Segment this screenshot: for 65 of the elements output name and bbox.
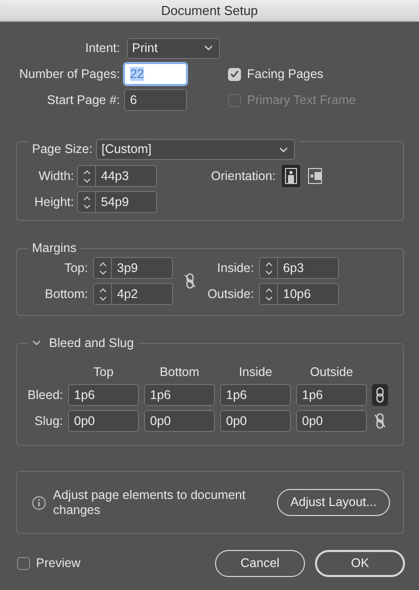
input-field[interactable]: 10p6 <box>278 284 338 304</box>
spin-field[interactable]: 4p2 <box>93 283 173 305</box>
checkbox[interactable] <box>17 557 30 570</box>
input-field[interactable]: 1p6 <box>297 385 366 405</box>
field-label: Inside: <box>217 260 254 276</box>
column-header: Bottom <box>160 364 200 380</box>
field-label: Orientation: <box>211 168 276 184</box>
input-field[interactable]: 0p0 <box>221 411 290 431</box>
spinner-icon[interactable] <box>82 168 90 184</box>
field-label: Intent: <box>85 40 120 56</box>
input-field[interactable]: 54p9 <box>96 192 156 212</box>
portrait-page-icon[interactable] <box>284 168 297 184</box>
input-field[interactable]: 0p0 <box>69 411 138 431</box>
row-label: Bleed: <box>28 388 63 402</box>
dialog-button[interactable]: OK <box>315 550 405 577</box>
input-field[interactable]: 6p3 <box>278 258 338 278</box>
input-field[interactable]: 4p2 <box>112 284 172 304</box>
field-label: Top: <box>64 260 88 276</box>
input-field[interactable]: 1p6 <box>221 385 290 405</box>
field-label: Page Size: <box>32 142 92 157</box>
chain-link-icon[interactable] <box>372 384 388 406</box>
section-title: Margins <box>28 240 80 256</box>
dialog-button[interactable]: Cancel <box>215 550 305 577</box>
field-label: Width: <box>38 168 74 184</box>
input-field[interactable]: 3p9 <box>112 258 172 278</box>
column-header: Outside <box>310 364 354 380</box>
spin-field[interactable]: 3p9 <box>93 257 173 279</box>
input-field[interactable]: 0p0 <box>145 411 214 431</box>
spin-field[interactable]: 54p9 <box>77 191 157 213</box>
spinner-icon[interactable] <box>98 286 106 302</box>
input-field[interactable]: 0p0 <box>297 411 366 431</box>
page-size-dropdown[interactable]: [Custom] <box>96 139 296 160</box>
check-icon <box>230 70 239 78</box>
info-icon <box>32 496 46 510</box>
spinner-icon[interactable] <box>82 194 90 210</box>
field-label: Number of Pages: <box>19 66 120 82</box>
landscape-page-icon[interactable] <box>308 168 322 184</box>
spinner-icon[interactable] <box>264 286 272 302</box>
field-label: Outside: <box>207 286 254 302</box>
window-title: Document Setup <box>0 0 419 22</box>
field-label: Height: <box>34 194 74 210</box>
field-label: Bottom: <box>44 286 88 302</box>
adjust-layout-button[interactable]: Adjust Layout... <box>277 489 390 516</box>
spin-field[interactable]: 44p3 <box>77 165 157 187</box>
checkbox[interactable] <box>228 68 241 80</box>
spinner-icon[interactable] <box>264 260 272 276</box>
section-title: Bleed and Slug <box>49 335 134 351</box>
spin-field[interactable]: 6p3 <box>259 257 339 279</box>
intent-dropdown[interactable]: Print <box>127 38 220 58</box>
checkbox-label: Preview <box>36 556 80 571</box>
caret-icon <box>279 146 288 152</box>
checkbox-label: Facing Pages <box>247 66 324 82</box>
input-field[interactable]: 44p3 <box>96 166 156 186</box>
caret-icon <box>204 45 213 51</box>
row-label: Slug: <box>34 414 63 428</box>
input-field[interactable]: 1p6 <box>145 385 214 405</box>
column-header: Top <box>93 364 114 380</box>
spin-field[interactable]: 10p6 <box>259 283 339 305</box>
column-header: Inside <box>238 364 272 380</box>
info-message: Adjust page elements to document changes <box>53 488 246 518</box>
chevron-icon[interactable] <box>32 340 41 346</box>
input-field[interactable]: 6 <box>125 90 186 110</box>
field-label: Start Page #: <box>47 92 120 108</box>
spinner-icon[interactable] <box>98 260 106 276</box>
input-field[interactable]: 1p6 <box>69 385 138 405</box>
